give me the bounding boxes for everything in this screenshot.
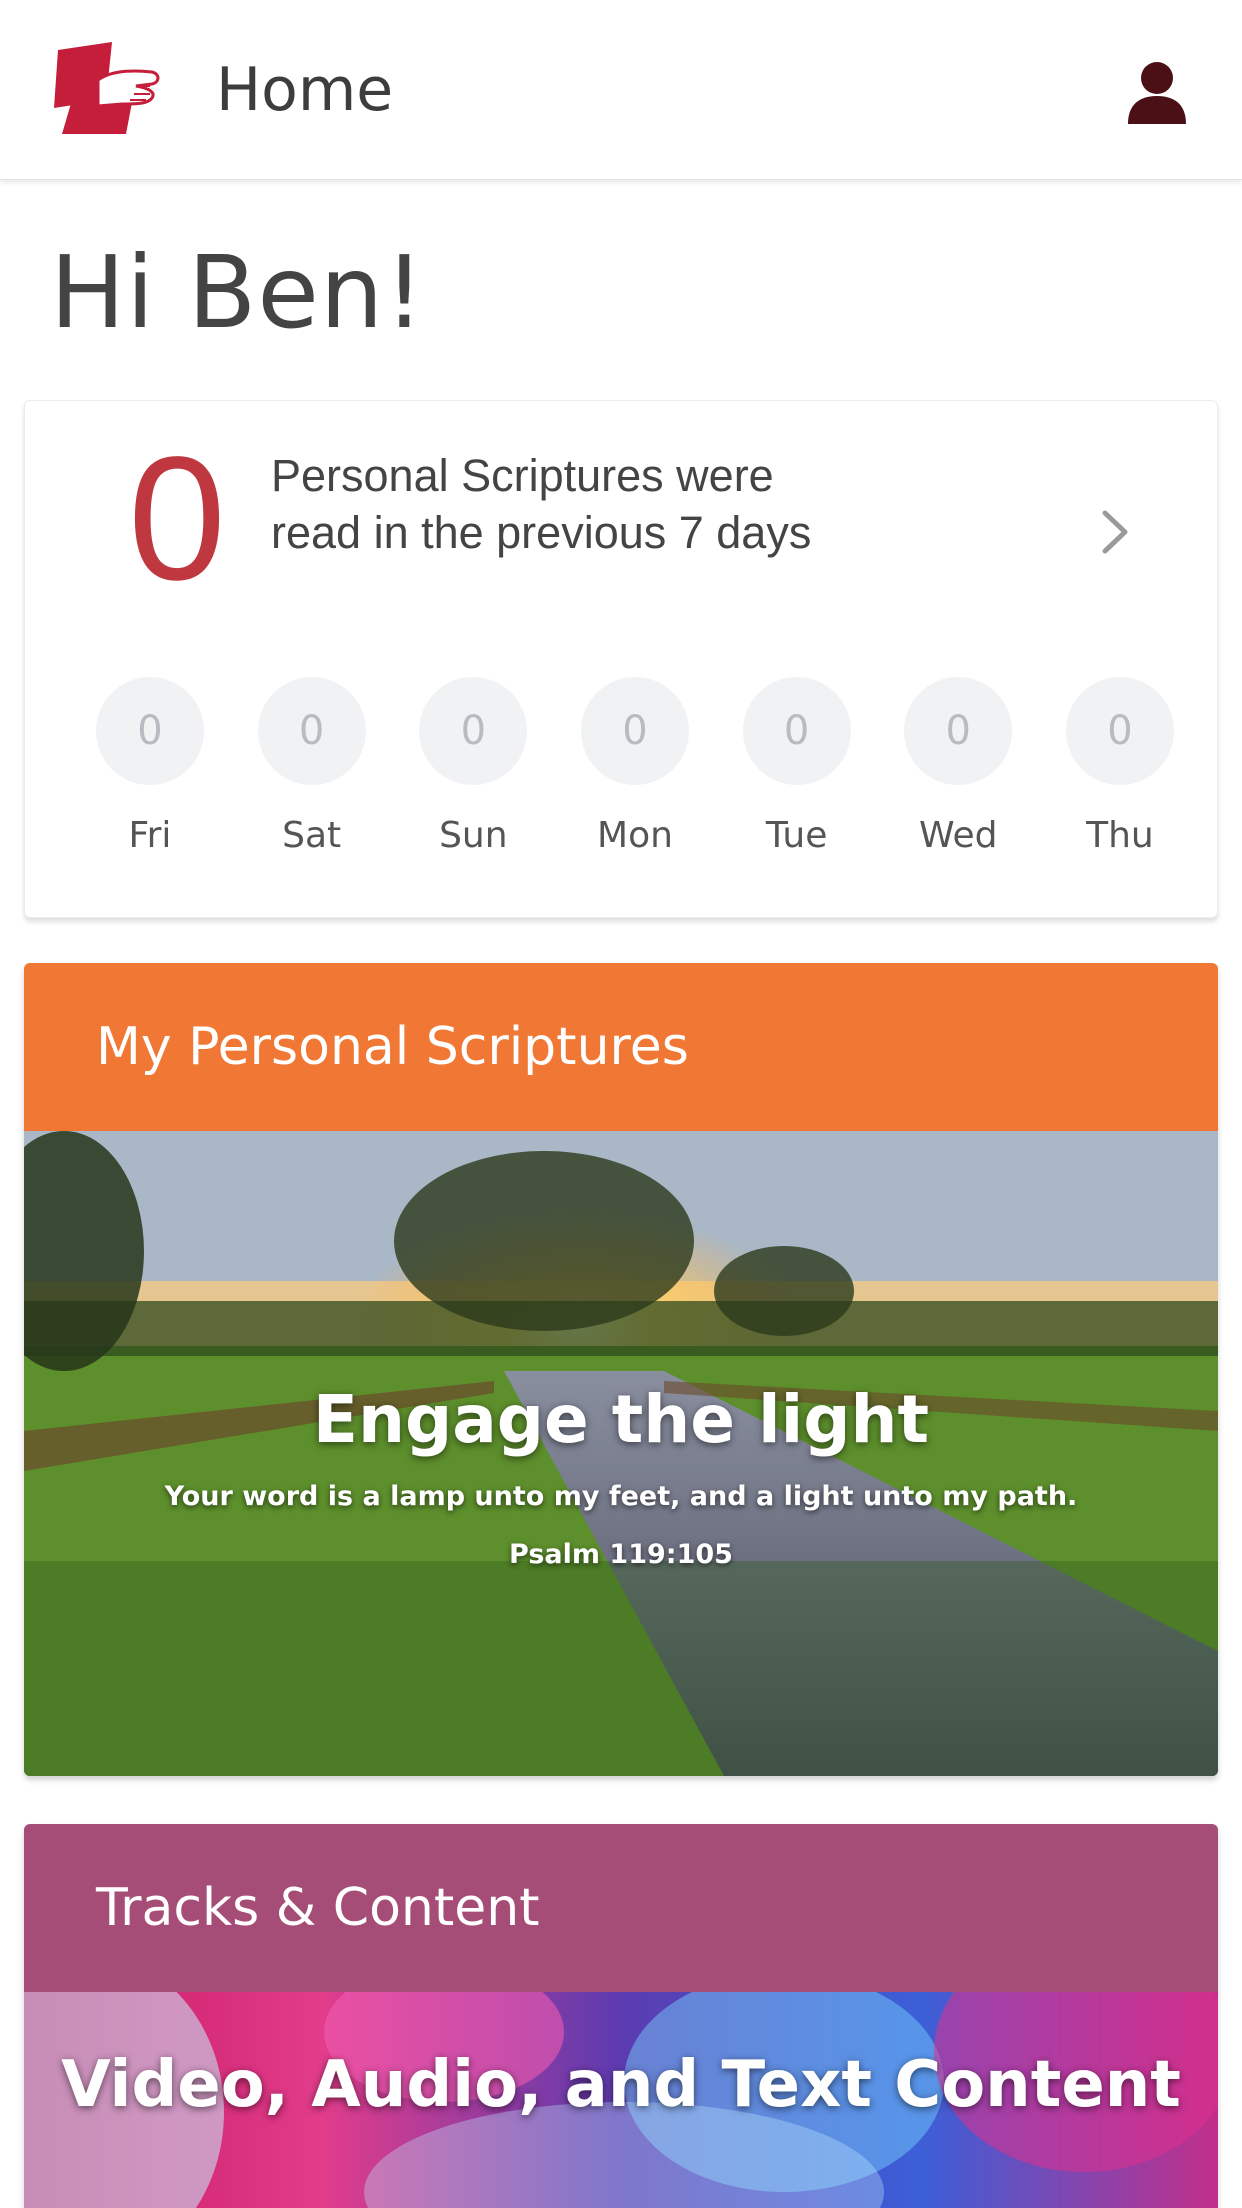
reading-stats-description: Personal Scriptures were read in the pre… [271, 450, 812, 558]
day-item: 0 Sun [418, 677, 528, 877]
day-label: Sat [282, 815, 342, 856]
greeting-text: Hi Ben! [50, 234, 426, 351]
day-count: 0 [580, 677, 689, 785]
day-count: 0 [419, 677, 528, 785]
day-item: 0 Wed [903, 677, 1013, 877]
app-header: Home [0, 0, 1242, 180]
personal-scriptures-title: My Personal Scriptures [24, 963, 1218, 1131]
day-item: 0 Fri [95, 677, 205, 877]
scripture-reference: Psalm 119:105 [509, 1539, 733, 1570]
user-icon[interactable] [1124, 60, 1190, 126]
day-item: 0 Thu [1065, 677, 1175, 877]
day-label: Fri [128, 815, 172, 856]
tracks-image-title: Video, Audio, and Text Content [61, 2048, 1181, 2122]
scripture-banner-image: Engage the light Your word is a lamp unt… [24, 1131, 1218, 1776]
day-item: 0 Mon [580, 677, 690, 877]
scripture-image-title: Engage the light [312, 1381, 930, 1458]
day-label: Wed [919, 815, 998, 856]
day-item: 0 Tue [742, 677, 852, 877]
day-count: 0 [96, 677, 204, 785]
day-label: Sun [439, 815, 508, 856]
day-label: Tue [765, 815, 828, 856]
chevron-right-icon [1102, 510, 1128, 554]
day-count: 0 [257, 677, 366, 785]
reading-stats-card[interactable]: 0 Personal Scriptures were read in the p… [24, 400, 1218, 918]
weekday-tracker: 0 Fri 0 Sat 0 Sun 0 Mon 0 Tue 0 Wed 0 Th… [95, 677, 1175, 877]
reading-count: 0 [128, 421, 226, 617]
scripture-verse: Your word is a lamp unto my feet, and a … [164, 1481, 1078, 1512]
day-label: Thu [1086, 815, 1154, 856]
tracks-content-title: Tracks & Content [24, 1824, 1218, 1992]
tracks-content-card[interactable]: Tracks & Content Video, Audio, and Text … [24, 1824, 1218, 2208]
day-item: 0 Sat [257, 677, 367, 877]
day-count: 0 [1065, 677, 1174, 785]
personal-scriptures-card[interactable]: My Personal Scriptures Engage the light … [24, 963, 1218, 1776]
page-title: Home [216, 55, 394, 125]
tracks-banner-image: Video, Audio, and Text Content [24, 1992, 1218, 2208]
hand-book-logo[interactable] [52, 40, 164, 136]
day-count: 0 [904, 677, 1013, 785]
day-label: Mon [597, 815, 673, 856]
day-count: 0 [742, 677, 851, 785]
